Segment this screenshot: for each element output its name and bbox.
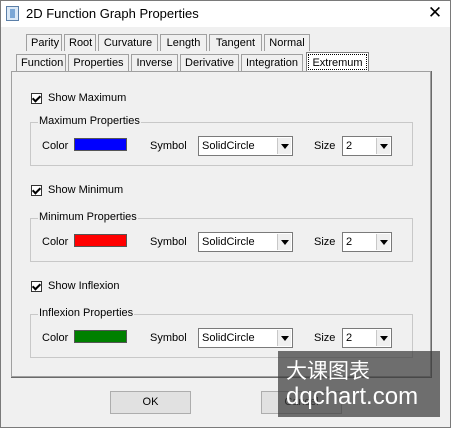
tab-integration[interactable]: Integration [241,54,303,71]
title-bar: 2D Function Graph Properties ✕ [1,1,450,27]
tab-extremum[interactable]: Extremum [306,52,369,72]
minimum-color-swatch[interactable] [74,234,127,247]
tab-curvature[interactable]: Curvature [98,34,158,51]
inflexion-size-label: Size [314,332,336,344]
minimum-symbol-select[interactable]: SolidCircle [198,232,293,252]
checkbox-checked[interactable] [31,280,42,292]
tab-tangent[interactable]: Tangent [209,34,262,51]
show-maximum-label: Show Maximum [48,92,127,104]
minimum-properties-title: Minimum Properties [38,211,138,223]
maximum-size-select[interactable]: 2 [342,136,392,156]
chevron-down-icon[interactable] [376,138,390,154]
chevron-down-icon[interactable] [376,234,390,250]
inflexion-symbol-select[interactable]: SolidCircle [198,328,293,348]
chevron-down-icon[interactable] [277,234,291,250]
inflexion-color-swatch[interactable] [74,330,127,343]
tab-length[interactable]: Length [160,34,207,51]
tab-normal[interactable]: Normal [264,34,310,51]
tab-properties[interactable]: Properties [68,54,129,71]
checkbox-checked[interactable] [31,184,42,196]
maximum-symbol-value: SolidCircle [202,140,255,152]
show-minimum-label: Show Minimum [48,184,124,196]
window-title: 2D Function Graph Properties [26,6,199,21]
watermark-text-cn: 大课图表 [286,360,370,383]
inflexion-size-value: 2 [346,332,353,344]
inflexion-symbol-label: Symbol [150,332,187,344]
minimum-size-label: Size [314,236,336,248]
watermark: 大课图表 dqchart.com [278,351,440,417]
tab-parity[interactable]: Parity [26,34,62,51]
show-inflexion-label: Show Inflexion [48,280,120,292]
show-inflexion-checkbox[interactable]: Show Inflexion [31,280,120,292]
inflexion-color-label: Color [42,332,69,344]
chevron-down-icon[interactable] [277,330,291,346]
minimum-symbol-value: SolidCircle [202,236,255,248]
show-maximum-checkbox[interactable]: Show Maximum [31,92,126,104]
minimum-size-value: 2 [346,236,353,248]
tab-inverse[interactable]: Inverse [131,54,178,71]
minimum-size-select[interactable]: 2 [342,232,392,252]
minimum-symbol-label: Symbol [150,236,187,248]
maximum-color-label: Color [42,140,69,152]
ok-button[interactable]: OK [110,391,191,414]
tab-root[interactable]: Root [64,34,96,51]
inflexion-symbol-value: SolidCircle [202,332,255,344]
tab-derivative[interactable]: Derivative [180,54,239,71]
chevron-down-icon[interactable] [277,138,291,154]
maximum-size-label: Size [314,140,336,152]
show-minimum-checkbox[interactable]: Show Minimum [31,184,123,196]
inflexion-properties-title: Inflexion Properties [38,307,135,319]
chevron-down-icon[interactable] [376,330,390,346]
close-icon[interactable]: ✕ [425,3,445,23]
minimum-color-label: Color [42,236,69,248]
tab-function[interactable]: Function [16,54,66,71]
watermark-text-url: dqchart.com [286,383,419,410]
checkbox-checked[interactable] [31,92,42,104]
inflexion-size-select[interactable]: 2 [342,328,392,348]
maximum-properties-title: Maximum Properties [38,115,141,127]
maximum-size-value: 2 [346,140,353,152]
app-icon [6,6,19,21]
maximum-symbol-select[interactable]: SolidCircle [198,136,293,156]
panel-edge [431,71,432,377]
dialog-window: 2D Function Graph Properties ✕ Parity Ro… [0,0,451,428]
maximum-symbol-label: Symbol [150,140,187,152]
maximum-color-swatch[interactable] [74,138,127,151]
